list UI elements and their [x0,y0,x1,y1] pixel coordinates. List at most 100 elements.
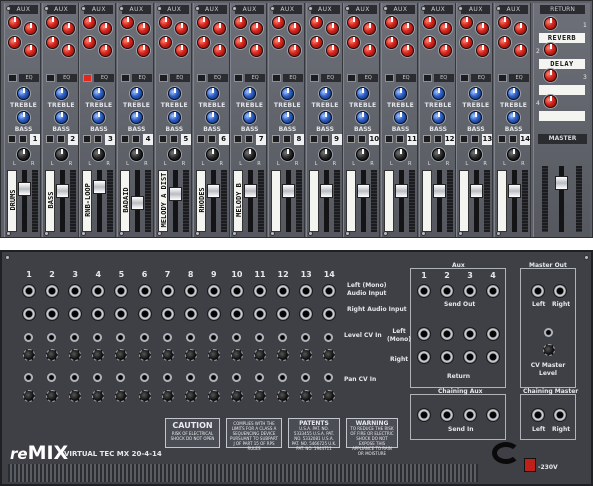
aux-send-4-knob[interactable] [137,44,151,57]
bass-knob[interactable] [205,111,219,124]
aux-send-3-knob[interactable] [460,36,474,49]
bass-knob[interactable] [54,111,68,124]
aux-send-out-4-jack[interactable] [486,284,500,298]
chaining-send-in-jack[interactable] [440,408,454,422]
mute-button[interactable] [422,135,431,143]
channel-fader[interactable] [55,184,69,199]
channel-name-strip[interactable]: RHODES [195,170,206,232]
level-cv-trim-knob[interactable] [23,349,35,361]
aux-send-2-knob[interactable] [363,22,377,35]
aux-send-2-knob[interactable] [250,22,264,35]
left-audio-input-jack[interactable] [299,284,314,298]
channel-name-strip[interactable]: MELODY B [233,170,244,232]
level-cv-in-jack[interactable] [324,333,334,342]
pan-cv-trim-knob[interactable] [207,390,220,402]
aux-send-1-knob[interactable] [498,16,512,29]
pan-cv-trim-knob[interactable] [254,390,266,402]
solo-button[interactable] [396,135,404,143]
level-cv-in-jack[interactable] [278,333,288,342]
bass-knob[interactable] [318,111,332,124]
cv-master-level-trim-knob[interactable] [543,344,555,356]
master-fader[interactable] [555,176,568,190]
channel-name-strip[interactable]: BADAID [120,170,131,232]
solo-button[interactable] [19,135,27,143]
bass-knob[interactable] [167,111,181,124]
aux-return-jack[interactable] [486,350,500,364]
level-cv-trim-knob[interactable] [323,349,336,361]
aux-send-3-knob[interactable] [121,36,135,49]
aux-send-2-knob[interactable] [476,22,490,35]
solo-button[interactable] [320,135,329,143]
right-audio-input-jack[interactable] [22,307,36,321]
mute-button[interactable] [385,135,393,143]
aux-send-3-knob[interactable] [271,36,285,49]
channel-fader[interactable] [281,184,295,199]
right-audio-input-jack[interactable] [276,307,291,321]
aux-return-jack[interactable] [440,350,454,364]
aux-return-jack[interactable] [486,327,500,341]
return-1-knob[interactable] [544,17,557,30]
bass-knob[interactable] [431,111,445,124]
level-cv-in-jack[interactable] [116,333,126,342]
aux-send-4-knob[interactable] [287,44,301,57]
level-cv-in-jack[interactable] [208,333,218,342]
aux-send-1-knob[interactable] [196,16,210,29]
aux-send-2-knob[interactable] [24,22,37,35]
aux-send-1-knob[interactable] [460,16,474,29]
level-cv-in-jack[interactable] [24,333,33,342]
treble-knob[interactable] [280,87,294,100]
eq-toggle-button[interactable] [158,74,168,82]
treble-knob[interactable] [356,87,370,100]
aux-send-4-knob[interactable] [99,44,113,57]
channel-name-strip[interactable]: MELODY A DIST [157,170,168,232]
right-audio-input-jack[interactable] [45,307,60,321]
level-cv-in-jack[interactable] [301,333,311,342]
right-audio-input-jack[interactable] [299,307,314,321]
level-cv-trim-knob[interactable] [230,349,243,361]
left-audio-input-jack[interactable] [276,284,291,298]
pan-cv-in-jack[interactable] [162,373,172,382]
pan-cv-in-jack[interactable] [324,373,334,382]
pan-cv-trim-knob[interactable] [323,390,336,402]
pan-cv-trim-knob[interactable] [92,390,105,402]
channel-name-strip[interactable] [270,170,281,232]
channel-fader[interactable] [206,184,220,199]
return-4-knob[interactable] [544,95,557,108]
aux-send-1-knob[interactable] [385,16,398,29]
bass-knob[interactable] [130,111,144,124]
right-audio-input-jack[interactable] [137,307,152,321]
aux-send-4-knob[interactable] [250,44,264,57]
aux-send-3-knob[interactable] [158,36,172,49]
master-out-left-jack[interactable] [531,284,545,298]
aux-send-2-knob[interactable] [514,22,528,35]
eq-toggle-button[interactable] [196,74,206,82]
level-cv-in-jack[interactable] [162,333,172,342]
right-audio-input-jack[interactable] [253,307,267,321]
left-audio-input-jack[interactable] [183,284,198,298]
aux-send-4-knob[interactable] [24,44,37,57]
pan-cv-in-jack[interactable] [93,373,103,382]
eq-toggle-button[interactable] [271,74,281,82]
left-audio-input-jack[interactable] [91,284,106,298]
aux-send-1-knob[interactable] [45,16,59,29]
aux-send-3-knob[interactable] [8,36,21,49]
bass-knob[interactable] [356,111,370,124]
aux-send-3-knob[interactable] [45,36,59,49]
return-3-label[interactable] [539,85,585,95]
channel-name-strip[interactable] [459,170,470,232]
channel-fader[interactable] [357,184,371,199]
channel-name-strip[interactable] [421,170,432,232]
pan-knob[interactable] [507,148,521,161]
pan-cv-in-jack[interactable] [139,373,149,382]
right-audio-input-jack[interactable] [160,307,175,321]
left-audio-input-jack[interactable] [137,284,152,298]
aux-send-1-knob[interactable] [121,16,135,29]
left-audio-input-jack[interactable] [160,284,175,298]
treble-knob[interactable] [318,87,332,100]
aux-send-3-knob[interactable] [83,36,97,49]
aux-send-2-knob[interactable] [99,22,113,35]
treble-knob[interactable] [54,87,68,100]
treble-knob[interactable] [92,87,106,100]
eq-toggle-button[interactable] [347,74,357,82]
pan-cv-trim-knob[interactable] [138,390,151,402]
